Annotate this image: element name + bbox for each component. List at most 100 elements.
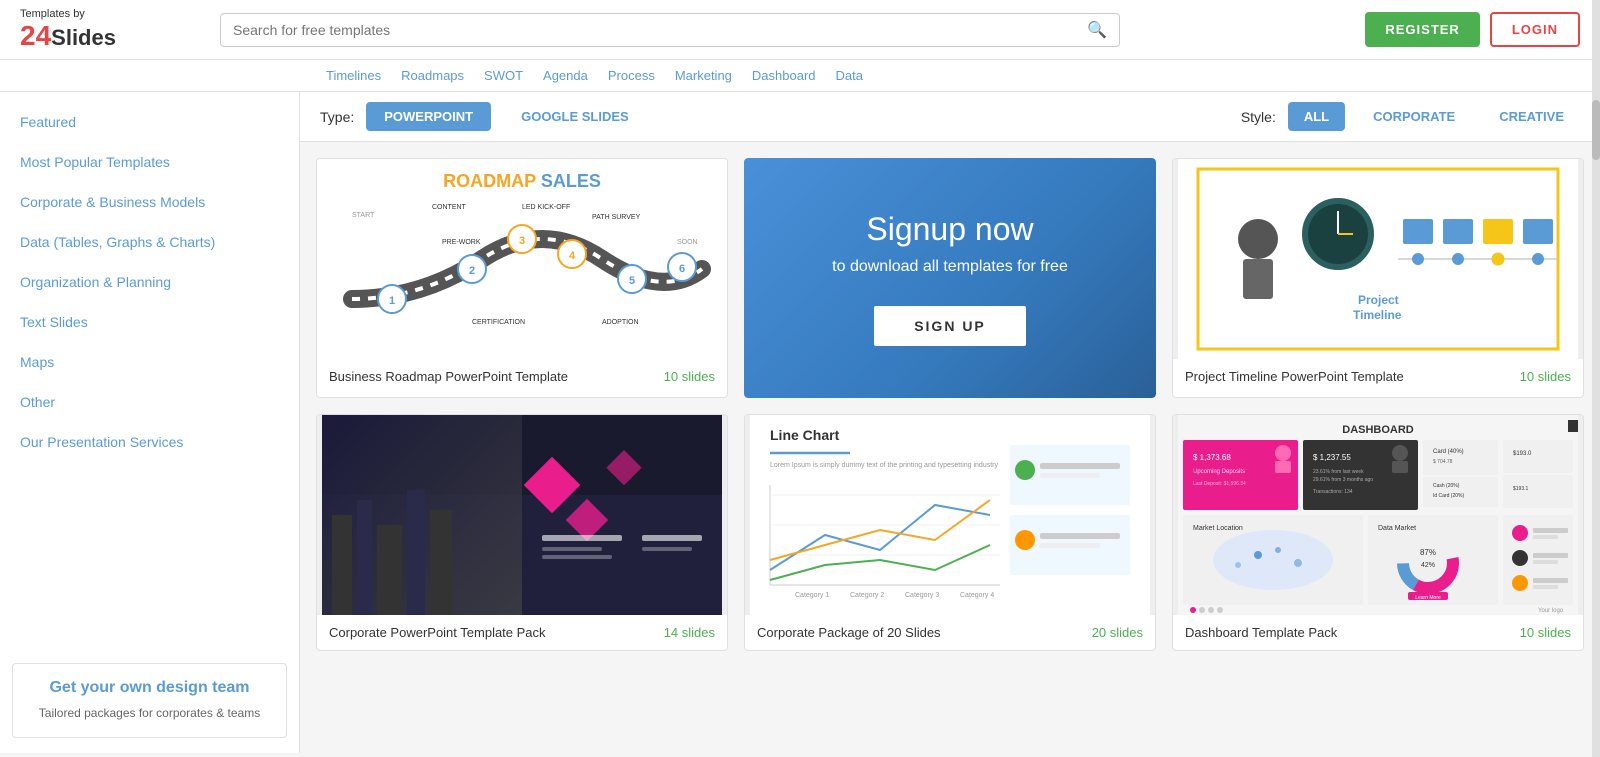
svg-text:Cash (20%): Cash (20%)	[1433, 483, 1460, 489]
svg-text:PATH SURVEY: PATH SURVEY	[592, 214, 641, 221]
svg-text:START: START	[352, 212, 375, 219]
svg-text:2: 2	[469, 265, 475, 277]
svg-text:Data Market: Data Market	[1378, 525, 1416, 532]
svg-text:6: 6	[679, 263, 685, 275]
subnav: Timelines Roadmaps SWOT Agenda Process M…	[0, 60, 1600, 92]
svg-text:ADOPTION: ADOPTION	[602, 319, 639, 326]
signup-title: Signup now	[866, 211, 1033, 248]
svg-text:ROADMAP SALES: ROADMAP SALES	[443, 171, 601, 191]
svg-text:$193.1: $193.1	[1513, 486, 1529, 492]
template-card-timeline[interactable]: Project Timeline Project Timeline PowerP…	[1172, 158, 1584, 398]
template-card-signup[interactable]: Signup now to download all templates for…	[744, 158, 1156, 398]
svg-text:PRE-WORK: PRE-WORK	[442, 239, 481, 246]
card-footer-linechart: Corporate Package of 20 Slides 20 slides	[745, 615, 1155, 650]
svg-text:Line Chart: Line Chart	[770, 427, 840, 443]
card-footer-dashboard: Dashboard Template Pack 10 slides	[1173, 615, 1583, 650]
card-footer-corporate: Corporate PowerPoint Template Pack 14 sl…	[317, 615, 727, 650]
login-button[interactable]: LOGIN	[1490, 12, 1580, 47]
subnav-item-swot[interactable]: SWOT	[478, 66, 529, 85]
svg-text:Transactions: 134: Transactions: 134	[1313, 489, 1353, 495]
svg-text:29.61% from 3 months ago: 29.61% from 3 months ago	[1313, 477, 1373, 483]
sidebar-item-data[interactable]: Data (Tables, Graphs & Charts)	[0, 222, 299, 262]
card-slides-corporate: 14 slides	[664, 625, 715, 640]
svg-text:Category 1: Category 1	[795, 592, 829, 599]
card-image-timeline: Project Timeline	[1173, 159, 1583, 359]
type-label: Type:	[320, 109, 354, 125]
scrollbar[interactable]	[1592, 0, 1600, 757]
template-card-dashboard[interactable]: DASHBOARD $ 1,373.68 Upcoming Deposits L…	[1172, 414, 1584, 651]
svg-text:1: 1	[389, 295, 395, 307]
header-buttons: REGISTER LOGIN	[1365, 12, 1580, 47]
sidebar: Featured Most Popular Templates Corporat…	[0, 92, 300, 753]
sidebar-nav: Featured Most Popular Templates Corporat…	[0, 92, 299, 648]
svg-text:CERTIFICATION: CERTIFICATION	[472, 319, 525, 326]
search-button[interactable]: 🔍	[1087, 20, 1107, 40]
type-powerpoint-button[interactable]: POWERPOINT	[366, 102, 491, 131]
roadmap-preview: ROADMAP SALES 1 2 3	[317, 159, 727, 359]
style-label: Style:	[1241, 109, 1276, 125]
subnav-item-agenda[interactable]: Agenda	[537, 66, 594, 85]
card-slides-dashboard: 10 slides	[1520, 625, 1571, 640]
svg-text:$ 1,373.68: $ 1,373.68	[1193, 453, 1231, 462]
sidebar-promo-text: Tailored packages for corporates & teams	[28, 705, 271, 722]
svg-text:Category 2: Category 2	[850, 592, 884, 599]
subnav-item-data[interactable]: Data	[830, 66, 869, 85]
svg-text:Card (40%): Card (40%)	[1433, 449, 1464, 455]
svg-text:87%: 87%	[1420, 548, 1436, 557]
svg-text:4: 4	[569, 250, 576, 262]
card-footer-roadmap: Business Roadmap PowerPoint Template 10 …	[317, 359, 727, 394]
template-card-corporate[interactable]: Corporate PowerPoint Template Pack 14 sl…	[316, 414, 728, 651]
subnav-item-roadmaps[interactable]: Roadmaps	[395, 66, 470, 85]
svg-text:Category 4: Category 4	[960, 592, 994, 599]
filter-type: Type: POWERPOINT GOOGLE SLIDES	[320, 102, 647, 131]
sidebar-item-services[interactable]: Our Presentation Services	[0, 422, 299, 462]
logo: Templates by 24Slides	[20, 8, 200, 52]
subnav-item-marketing[interactable]: Marketing	[669, 66, 738, 85]
card-slides-roadmap: 10 slides	[664, 369, 715, 384]
subnav-item-dashboard[interactable]: Dashboard	[746, 66, 822, 85]
svg-text:Market Location: Market Location	[1193, 525, 1243, 532]
template-card-roadmap[interactable]: ROADMAP SALES 1 2 3	[316, 158, 728, 398]
signup-button[interactable]: SIGN UP	[874, 306, 1026, 346]
card-title-corporate: Corporate PowerPoint Template Pack	[329, 625, 546, 640]
card-title-linechart: Corporate Package of 20 Slides	[757, 625, 941, 640]
svg-text:Id Card (20%): Id Card (20%)	[1433, 493, 1464, 499]
svg-text:$193.0: $193.0	[1513, 451, 1532, 457]
svg-text:DASHBOARD: DASHBOARD	[1342, 424, 1414, 436]
filter-style: Style: ALL CORPORATE CREATIVE	[1241, 102, 1580, 131]
signup-card[interactable]: Signup now to download all templates for…	[744, 158, 1156, 398]
logo-by-text: Templates by	[20, 8, 116, 20]
subnav-item-process[interactable]: Process	[602, 66, 661, 85]
svg-text:Learn More: Learn More	[1415, 595, 1441, 601]
filter-bar: Type: POWERPOINT GOOGLE SLIDES Style: AL…	[300, 92, 1600, 142]
svg-text:Timeline: Timeline	[1353, 308, 1402, 322]
svg-text:23.61% from last week: 23.61% from last week	[1313, 469, 1364, 475]
svg-text:Lorem Ipsum is simply dummy te: Lorem Ipsum is simply dummy text of the …	[770, 462, 998, 469]
sidebar-item-text[interactable]: Text Slides	[0, 302, 299, 342]
sidebar-item-org[interactable]: Organization & Planning	[0, 262, 299, 302]
logo-brand: 24Slides	[20, 32, 116, 48]
svg-text:LED KICK-OFF: LED KICK-OFF	[522, 204, 570, 211]
register-button[interactable]: REGISTER	[1365, 12, 1479, 47]
sidebar-item-corporate[interactable]: Corporate & Business Models	[0, 182, 299, 222]
svg-text:Project: Project	[1358, 293, 1399, 307]
card-image-linechart: Line Chart Lorem Ipsum is simply dummy t…	[745, 415, 1155, 615]
card-title-dashboard: Dashboard Template Pack	[1185, 625, 1337, 640]
svg-text:$ 1,237.55: $ 1,237.55	[1313, 453, 1351, 462]
style-all-button[interactable]: ALL	[1288, 102, 1345, 131]
sidebar-item-featured[interactable]: Featured	[0, 102, 299, 142]
subnav-item-timelines[interactable]: Timelines	[320, 66, 387, 85]
style-corporate-button[interactable]: CORPORATE	[1357, 102, 1471, 131]
style-creative-button[interactable]: CREATIVE	[1483, 102, 1580, 131]
template-card-linechart[interactable]: Line Chart Lorem Ipsum is simply dummy t…	[744, 414, 1156, 651]
sidebar-item-popular[interactable]: Most Popular Templates	[0, 142, 299, 182]
svg-text:42%: 42%	[1421, 562, 1435, 569]
card-image-corporate	[317, 415, 727, 615]
sidebar-item-other[interactable]: Other	[0, 382, 299, 422]
template-grid: ROADMAP SALES 1 2 3	[300, 142, 1600, 667]
search-input[interactable]	[233, 22, 1087, 38]
svg-text:3: 3	[519, 235, 525, 247]
sidebar-item-maps[interactable]: Maps	[0, 342, 299, 382]
type-google-button[interactable]: GOOGLE SLIDES	[503, 102, 647, 131]
svg-text:Your logo: Your logo	[1538, 608, 1564, 614]
